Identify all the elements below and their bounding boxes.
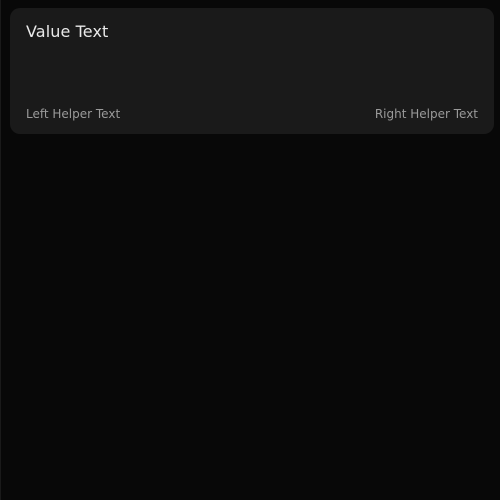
left-helper-text: Left Helper Text [26,107,121,121]
screen: Value Text Left Helper Text Right Helper… [0,0,500,500]
right-helper-text: Right Helper Text [374,107,478,121]
textarea-field[interactable]: Value Text Left Helper Text Right Helper… [10,8,494,134]
textarea-value: Value Text [26,22,109,41]
